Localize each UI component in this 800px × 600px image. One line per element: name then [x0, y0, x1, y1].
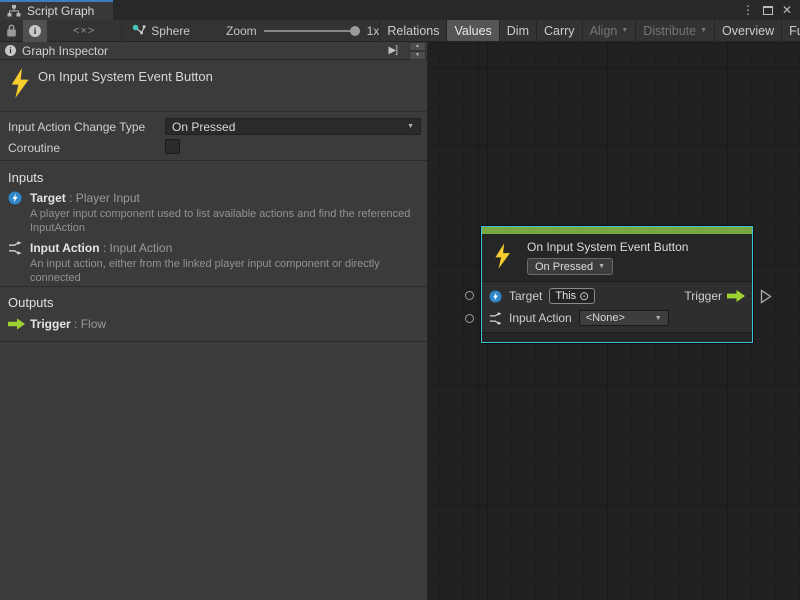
align-button[interactable]: Align▼ [582, 20, 636, 41]
values-button[interactable]: Values [446, 20, 498, 41]
zoom-slider-track[interactable] [264, 30, 360, 32]
collapse-panel-icon[interactable]: ▶] [389, 45, 397, 56]
scroll-up-icon[interactable]: ▲ [409, 42, 426, 51]
flow-arrow-icon [727, 290, 745, 302]
scroll-down-icon[interactable]: ▼ [409, 51, 426, 60]
event-bolt-icon [494, 242, 511, 270]
node-row-input-action: Input Action <None> ▼ [482, 307, 752, 329]
node-body: Target This ⊙ Trigger [482, 281, 752, 332]
input-action-icon [8, 241, 22, 255]
info-icon: i [29, 25, 41, 37]
object-picker-icon[interactable]: ⊙ [579, 290, 589, 302]
change-type-label: Input Action Change Type [8, 120, 145, 134]
code-preview-icon[interactable]: <×> [65, 25, 103, 37]
player-input-icon [489, 290, 502, 303]
relations-button[interactable]: Relations [379, 20, 446, 41]
input-target-name: Target : Player Input [30, 191, 140, 205]
node-event-dropdown[interactable]: On Pressed ▼ [527, 258, 613, 275]
toolbar-buttons: Relations Values Dim Carry Align▼ Distri… [379, 20, 800, 41]
dim-button[interactable]: Dim [499, 20, 536, 41]
toolbar-left-group: i <×> Sphere Zoom 1x [0, 20, 379, 41]
inspector-title-block: On Input System Event Button [0, 60, 427, 112]
zoom-slider-handle[interactable] [350, 26, 360, 36]
outputs-section-header: Outputs [8, 295, 54, 310]
graph-reference[interactable]: Sphere [121, 20, 200, 42]
graph-canvas[interactable]: On Input System Event Button On Pressed … [431, 42, 800, 600]
window-controls: ⋮ ✕ [742, 0, 800, 20]
trigger-output: Trigger [684, 289, 745, 303]
coroutine-checkbox[interactable] [165, 139, 180, 154]
divider [0, 341, 427, 342]
lock-icon[interactable] [0, 20, 23, 42]
tab-title: Script Graph [27, 4, 94, 18]
input-action-description: An input action, either from the linked … [30, 257, 422, 285]
node-type-title: On Input System Event Button [38, 69, 213, 84]
target-input-port[interactable] [465, 291, 474, 300]
graph-inspector-panel: i Graph Inspector ▶] ▲ ▼ On Input System… [0, 42, 429, 600]
chevron-down-icon: ▼ [655, 315, 662, 322]
chevron-down-icon: ▼ [598, 263, 605, 270]
trigger-output-port[interactable] [760, 289, 772, 304]
chevron-down-icon: ▼ [700, 27, 707, 34]
flow-arrow-icon [8, 318, 25, 330]
event-node[interactable]: On Input System Event Button On Pressed … [481, 226, 753, 343]
node-title: On Input System Event Button [527, 240, 688, 254]
input-target-description: A player input component used to list av… [30, 207, 422, 235]
node-row-target: Target This ⊙ Trigger [482, 285, 752, 307]
input-action-icon [489, 312, 502, 325]
divider [0, 160, 427, 161]
node-header[interactable]: On Input System Event Button On Pressed … [482, 234, 752, 281]
distribute-button[interactable]: Distribute▼ [635, 20, 714, 41]
zoom-value: 1x [367, 24, 380, 38]
script-graph-window: Script Graph ⋮ ✕ i <×> [0, 0, 800, 600]
player-input-icon [8, 191, 22, 205]
fullscreen-button[interactable]: Full Screen [781, 20, 800, 41]
chevron-down-icon: ▼ [407, 123, 414, 130]
target-object-field[interactable]: This ⊙ [549, 288, 595, 304]
titlebar: Script Graph ⋮ ✕ [0, 0, 800, 20]
input-action-port-label: Input Action [509, 311, 572, 325]
window-menu-icon[interactable]: ⋮ [742, 4, 754, 16]
zoom-label: Zoom [226, 24, 257, 38]
graph-name: Sphere [151, 24, 190, 38]
target-port-label: Target [509, 289, 542, 303]
coroutine-label: Coroutine [8, 141, 60, 155]
info-icon: i [5, 45, 16, 56]
trigger-output-label: Trigger [684, 289, 722, 303]
change-type-dropdown[interactable]: On Pressed ▼ [165, 118, 421, 135]
zoom-control: Zoom 1x [226, 24, 379, 38]
chevron-down-icon: ▼ [621, 27, 628, 34]
inspector-header: i Graph Inspector ▶] ▲ ▼ [0, 42, 427, 60]
tab-script-graph[interactable]: Script Graph [0, 0, 113, 20]
divider [0, 286, 427, 287]
overview-button[interactable]: Overview [714, 20, 781, 41]
node-accent-bar [482, 227, 752, 234]
script-graph-asset-icon [132, 24, 146, 38]
input-action-name: Input Action : Input Action [30, 241, 172, 255]
inspector-toggle-button[interactable]: i [23, 20, 47, 42]
output-trigger-name: Trigger : Flow [30, 317, 106, 331]
event-bolt-icon [10, 68, 30, 98]
carry-button[interactable]: Carry [536, 20, 582, 41]
node-footer [482, 332, 752, 342]
graph-hierarchy-icon [7, 5, 21, 17]
window-close-icon[interactable]: ✕ [782, 4, 792, 16]
input-action-input-port[interactable] [465, 314, 474, 323]
panel-scroll-spinner: ▲ ▼ [409, 42, 426, 60]
window-maximize-icon[interactable] [763, 6, 773, 15]
inspector-header-title: Graph Inspector [22, 44, 108, 58]
inputs-section-header: Inputs [8, 170, 43, 185]
graph-toolbar: i <×> Sphere Zoom 1x [0, 20, 800, 42]
zoom-slider[interactable] [264, 24, 360, 38]
input-action-dropdown[interactable]: <None> ▼ [579, 310, 669, 326]
